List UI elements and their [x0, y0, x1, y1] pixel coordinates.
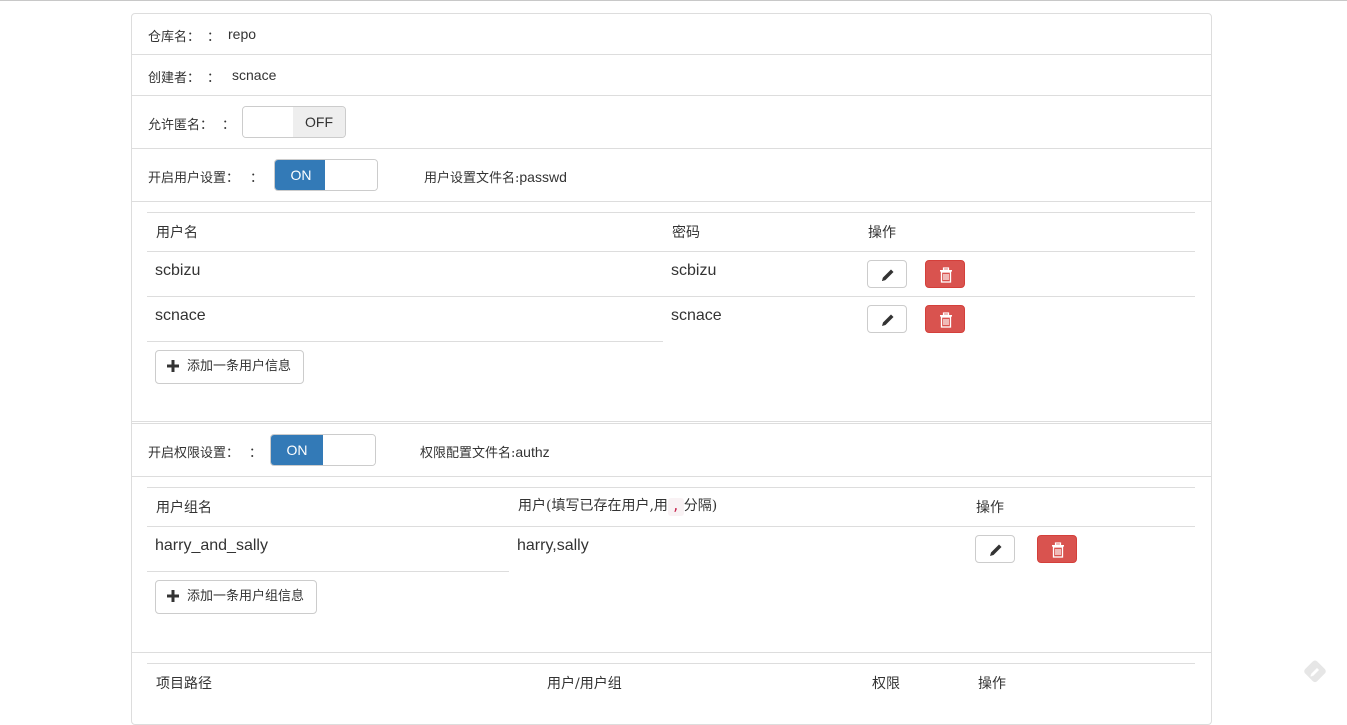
add-group-button[interactable]: 添加一条用户组信息: [155, 580, 318, 614]
repo-name-colon: ：: [207, 30, 221, 45]
table-top-border: [147, 663, 1195, 664]
delete-user-button[interactable]: [925, 260, 965, 288]
trash-icon: [1052, 542, 1064, 558]
creator-value: scnace: [232, 67, 277, 83]
permission-settings-colon: ：: [249, 446, 263, 461]
divider: [132, 148, 1211, 149]
divider: [132, 421, 1211, 422]
user-settings-toggle[interactable]: ON: [274, 159, 378, 191]
user-settings-label: 开启用户设置：: [148, 171, 240, 186]
plus-icon: [167, 359, 179, 372]
feedback-icon[interactable]: [1301, 658, 1329, 686]
creator-colon: ：: [207, 71, 221, 86]
plus-icon: [167, 589, 179, 602]
table-top-border: [147, 212, 1195, 213]
pencil-icon: [990, 544, 1002, 556]
divider: [132, 54, 1211, 55]
user-cell-password: scbizu: [671, 262, 717, 279]
repo-name-value: repo: [228, 26, 257, 42]
comma-code: ,: [667, 498, 684, 516]
top-border: [0, 0, 1347, 1]
add-user-button[interactable]: 添加一条用户信息: [155, 350, 305, 384]
add-user-label: 添加一条用户信息: [187, 359, 292, 374]
delete-user-button[interactable]: [925, 305, 965, 333]
anonymous-label: 允许匿名：: [148, 118, 214, 133]
permission-settings-label: 开启权限设置：: [148, 446, 240, 461]
user-table-header-username: 用户名: [156, 225, 198, 241]
user-file-value: passwd: [519, 169, 567, 185]
group-table-header-users: 用户(填写已存在用户,用, 分隔): [518, 498, 718, 516]
path-table-header-permission: 权限: [872, 676, 900, 692]
user-table-header-action: 操作: [868, 225, 896, 241]
toggle-blank: [243, 107, 295, 137]
permission-file-label: 权限配置文件名:authz: [420, 444, 550, 461]
row-border: [147, 296, 1195, 297]
divider: [132, 652, 1211, 653]
permission-settings-toggle[interactable]: ON: [270, 434, 376, 466]
anonymous-colon: ：: [222, 118, 236, 133]
add-group-label: 添加一条用户组信息: [187, 589, 305, 604]
creator-label: 创建者：: [148, 71, 201, 86]
repo-name-label: 仓库名：: [148, 30, 201, 45]
path-table-header-action: 操作: [978, 676, 1006, 692]
group-cell-users: harry,sally: [517, 537, 589, 554]
user-cell-username: scnace: [155, 307, 206, 324]
delete-group-button[interactable]: [1037, 535, 1077, 563]
user-table-header-password: 密码: [672, 225, 700, 241]
toggle-blank: [325, 160, 377, 190]
anonymous-toggle[interactable]: OFF: [242, 106, 346, 138]
edit-user-button[interactable]: [867, 260, 907, 288]
permission-file-value: authz: [515, 444, 550, 460]
toggle-on-label: ON: [271, 435, 323, 465]
group-table-header-action: 操作: [976, 500, 1004, 516]
user-file-label: 用户设置文件名:passwd: [424, 169, 567, 186]
divider: [132, 201, 1211, 202]
divider: [132, 95, 1211, 96]
divider: [132, 476, 1211, 477]
table-header-border: [147, 526, 1195, 527]
path-table-header-user: 用户/用户组: [547, 676, 622, 692]
group-cell-name: harry_and_sally: [155, 537, 268, 554]
divider: [132, 423, 1211, 424]
toggle-off-label: OFF: [293, 107, 345, 137]
user-cell-password: scnace: [671, 307, 722, 324]
trash-icon: [940, 267, 952, 283]
path-table-header-path: 项目路径: [156, 676, 212, 692]
trash-icon: [940, 312, 952, 328]
pencil-icon: [882, 269, 894, 281]
row-border: [147, 341, 663, 342]
pencil-icon: [882, 314, 894, 326]
user-cell-username: scbizu: [155, 262, 201, 279]
edit-group-button[interactable]: [975, 535, 1015, 563]
group-table-header-name: 用户组名: [156, 500, 212, 516]
edit-user-button[interactable]: [867, 305, 907, 333]
table-top-border: [147, 487, 1195, 488]
row-border: [147, 571, 509, 572]
toggle-on-label: ON: [275, 160, 327, 190]
user-settings-colon: ：: [250, 171, 264, 186]
toggle-blank: [323, 435, 375, 465]
table-header-border: [147, 251, 1195, 252]
